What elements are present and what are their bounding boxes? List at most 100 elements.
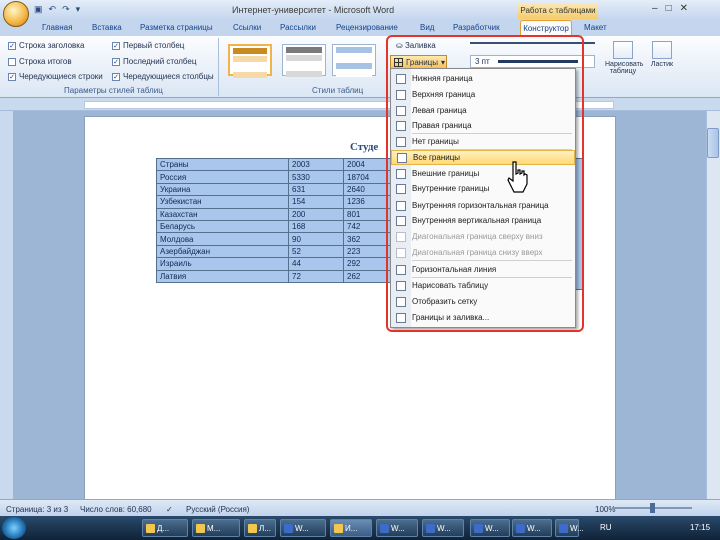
context-tab-title: Работа с таблицами (518, 3, 598, 19)
table-cell[interactable]: Латвия (156, 269, 289, 283)
taskbar-window-button[interactable]: W... (555, 519, 584, 537)
table-cell[interactable]: 262 (343, 269, 392, 283)
data-table[interactable]: Страны 2003 2004 Россия 5330 18704 Украина 631 2… (156, 157, 392, 283)
checkbox-banded-rows[interactable]: ✓ Чередующиеся строки (8, 72, 103, 81)
taskbar-window-button[interactable]: W... (376, 519, 418, 537)
checkbox-first-column[interactable]: ✓ Первый столбец (112, 41, 184, 50)
qat-more-icon[interactable]: ▾ (76, 4, 81, 15)
tab-review[interactable]: Рецензирование (336, 23, 398, 32)
table-cell[interactable]: Страны (156, 157, 289, 172)
maximize-button[interactable]: □ (666, 3, 672, 14)
spellcheck-icon[interactable]: ✓ (166, 505, 173, 514)
office-button[interactable] (3, 1, 29, 27)
checkbox-total-row[interactable]: Строка итогов (8, 57, 72, 66)
checkbox-label: Чередующиеся строки (19, 72, 103, 81)
table-cell[interactable]: 154 (288, 195, 344, 209)
table-cell[interactable]: Молдова (156, 232, 289, 246)
tab-developer[interactable]: Разработчик (453, 23, 500, 32)
redo-icon[interactable]: ↷ (62, 4, 70, 15)
table-cell[interactable]: 2640 (343, 182, 392, 197)
table-row[interactable]: Латвия 72 262 (156, 269, 392, 283)
table-row[interactable]: Украина 631 2640 (156, 182, 392, 197)
table-cell[interactable]: Украина (156, 182, 289, 197)
taskbar-window-button[interactable]: И... (330, 519, 372, 537)
word-count[interactable]: Число слов: 60,680 (80, 505, 152, 514)
taskbar-window-button[interactable]: W... (512, 519, 552, 537)
window-controls: – □ ✕ (652, 3, 688, 14)
tab-mailings[interactable]: Рассылки (280, 23, 316, 32)
checkbox-banded-columns[interactable]: ✓ Чередующиеся столбцы (112, 72, 214, 81)
table-row[interactable]: Молдова 90 362 (156, 232, 392, 246)
group-label-table-styles: Стили таблиц (312, 86, 364, 95)
save-icon[interactable]: ▣ (34, 4, 43, 15)
table-cell[interactable]: 362 (343, 232, 392, 246)
table-cell[interactable]: Азербайджан (156, 244, 289, 259)
tab-view[interactable]: Вид (420, 23, 434, 32)
table-cell[interactable]: Израиль (156, 257, 289, 271)
taskbar-window-button[interactable]: М... (192, 519, 240, 537)
table-cell[interactable]: 5330 (288, 170, 344, 184)
input-language[interactable]: RU (600, 523, 612, 532)
tab-design[interactable]: Конструктор (520, 20, 572, 36)
table-cell[interactable]: 90 (288, 232, 344, 246)
checkbox-header-row[interactable]: ✓ Строка заголовка (8, 41, 84, 50)
tab-layout[interactable]: Макет (584, 23, 607, 32)
page-count[interactable]: Страница: 3 из 3 (6, 505, 68, 514)
checkbox-label: Строка заголовка (19, 41, 85, 50)
start-button[interactable] (2, 517, 26, 539)
window-title: Интернет-университет - Microsoft Word (232, 5, 395, 15)
hand-cursor-icon (507, 161, 528, 193)
taskbar-window-button[interactable]: W... (470, 519, 510, 537)
vertical-scrollbar[interactable] (706, 111, 720, 499)
table-row[interactable]: Беларусь 168 742 (156, 219, 392, 234)
table-cell[interactable]: 72 (288, 269, 344, 283)
taskbar-window-button[interactable]: Л... (244, 519, 276, 537)
language-indicator[interactable]: Русский (Россия) (186, 505, 249, 514)
tab-page-layout[interactable]: Разметка страницы (140, 23, 213, 32)
zoom-slider-handle[interactable] (650, 503, 655, 513)
table-cell[interactable]: 742 (343, 219, 392, 234)
taskbar-window-button[interactable]: Д... (142, 519, 188, 537)
clock[interactable]: 17:15 (690, 523, 710, 532)
checkbox-label: Последний столбец (123, 57, 197, 66)
table-cell[interactable]: 200 (288, 207, 344, 221)
table-cell[interactable]: 168 (288, 219, 344, 234)
tab-home[interactable]: Главная (42, 23, 72, 32)
vertical-ruler (0, 111, 13, 499)
table-style-swatch[interactable] (332, 44, 376, 77)
table-cell[interactable]: 292 (343, 257, 392, 271)
table-row[interactable]: Израиль 44 292 (156, 257, 392, 271)
table-cell[interactable]: 44 (288, 257, 344, 271)
table-row[interactable]: Страны 2003 2004 (156, 157, 392, 172)
tab-references[interactable]: Ссылки (233, 23, 261, 32)
table-cell[interactable]: Казахстан (156, 207, 289, 221)
undo-icon[interactable]: ↶ (49, 4, 57, 15)
table-cell[interactable]: 52 (288, 244, 344, 259)
table-cell[interactable]: 1236 (343, 195, 392, 209)
minimize-button[interactable]: – (652, 3, 658, 14)
table-row[interactable]: Казахстан 200 801 (156, 207, 392, 221)
checkbox-label: Строка итогов (19, 57, 72, 66)
table-cell[interactable]: 2004 (343, 157, 392, 172)
table-cell[interactable]: Беларусь (156, 219, 289, 234)
scrollbar-thumb[interactable] (707, 128, 719, 158)
table-style-swatch[interactable] (282, 44, 326, 77)
table-row[interactable]: Узбекистан 154 1236 (156, 195, 392, 209)
table-style-swatch[interactable] (228, 44, 272, 78)
table-cell[interactable]: 223 (343, 244, 392, 259)
table-row[interactable]: Россия 5330 18704 (156, 170, 392, 184)
table-cell[interactable]: 2003 (288, 157, 344, 172)
table-cell[interactable]: Россия (156, 170, 289, 184)
close-button[interactable]: ✕ (680, 3, 688, 14)
table-cell[interactable]: 631 (288, 182, 344, 197)
eraser-button[interactable]: Ластик (646, 41, 678, 68)
table-cell[interactable]: 801 (343, 207, 392, 221)
checkbox-last-column[interactable]: ✓ Последний столбец (112, 57, 196, 66)
taskbar-window-button[interactable]: W... (422, 519, 464, 537)
tab-insert[interactable]: Вставка (92, 23, 122, 32)
table-cell[interactable]: 18704 (343, 170, 392, 184)
draw-table-button[interactable]: Нарисовать таблицу (605, 41, 643, 75)
table-cell[interactable]: Узбекистан (156, 195, 289, 209)
table-row[interactable]: Азербайджан 52 223 (156, 244, 392, 259)
taskbar-window-button[interactable]: W... (280, 519, 326, 537)
